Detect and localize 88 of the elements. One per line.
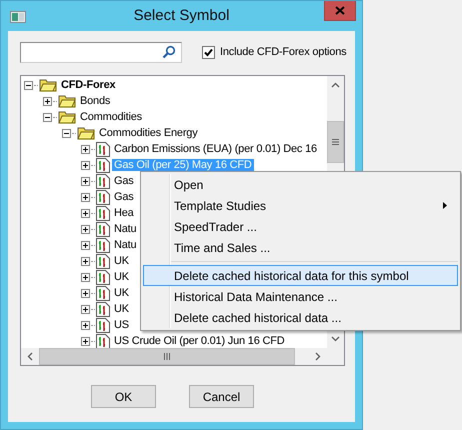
chart-document-icon [96,158,110,172]
tree-item[interactable]: Gas [112,191,136,203]
horizontal-scrollbar[interactable] [21,348,327,365]
folder-icon [58,94,76,108]
plus-icon [82,146,89,152]
ok-button[interactable]: OK [91,385,156,408]
menu-item[interactable]: Time and Sales ... [143,237,458,258]
scroll-down-icon [331,336,340,342]
plus-icon [82,338,89,344]
checkbox[interactable] [202,46,215,58]
close-icon [335,6,345,15]
expand-toggle[interactable] [81,192,90,202]
scroll-right-icon [315,352,321,361]
menu-item[interactable]: Delete cached historical data ... [143,307,458,328]
expand-toggle[interactable] [81,176,90,186]
expand-toggle[interactable] [81,336,90,346]
tree-item[interactable]: Commodities [78,111,144,123]
collapse-toggle[interactable] [24,80,33,90]
chart-document-icon [96,286,110,300]
menu-item[interactable]: Open [143,174,458,195]
collapse-toggle[interactable] [62,128,71,138]
chart-document-icon [96,142,110,156]
plus-icon [82,258,89,264]
chart-document-icon [96,206,110,220]
tree-item[interactable]: Hea [112,207,136,219]
menu-item[interactable]: Historical Data Maintenance ... [143,286,458,307]
menu-item[interactable]: Template Studies [143,195,458,216]
tree-item[interactable]: CFD-Forex [59,79,118,91]
tree-item[interactable]: Natu [112,223,138,235]
plus-icon [82,322,89,328]
tree-item[interactable]: UK [112,287,131,299]
tree-item[interactable]: US [112,319,131,331]
plus-icon [82,290,89,296]
chart-document-icon [96,254,110,268]
tree-item[interactable]: US Crude Oil (per 0.01) Jun 16 CFD [112,335,286,347]
tree-item[interactable]: Gas [112,175,136,187]
scroll-up-icon [331,82,340,88]
close-button[interactable] [324,1,356,21]
search-field[interactable] [20,42,182,62]
plus-icon [82,306,89,312]
cancel-button[interactable]: Cancel [189,385,254,408]
window-title: Select Symbol [132,7,230,24]
tree-item[interactable]: UK [112,271,131,283]
expand-toggle[interactable] [81,144,90,154]
expand-toggle[interactable] [81,272,90,282]
folder-icon [39,78,57,92]
plus-icon [82,210,89,216]
plus-icon [82,226,89,232]
search-icon [162,45,176,59]
checkbox-label: Include CFD-Forex options [220,46,346,58]
chart-document-icon [96,302,110,316]
app-icon [10,11,26,23]
expand-toggle[interactable] [81,224,90,234]
expand-toggle[interactable] [81,288,90,298]
tree-item[interactable]: UK [112,255,131,267]
chart-document-icon [96,238,110,252]
expand-toggle[interactable] [81,320,90,330]
plus-icon [82,162,89,168]
tree-item[interactable]: Commodities Energy [97,127,200,139]
expand-toggle[interactable] [81,160,90,170]
plus-icon [44,98,51,104]
menu-item[interactable]: Delete cached historical data for this symbol [143,265,458,286]
menu-item[interactable]: SpeedTrader ... [143,216,458,237]
expand-toggle[interactable] [81,304,90,314]
folder-icon [77,126,95,140]
tree-item[interactable]: UK [112,303,131,315]
plus-icon [82,274,89,280]
chart-document-icon [96,270,110,284]
collapse-toggle[interactable] [43,112,52,122]
tree-item[interactable]: Natu [112,239,138,251]
chart-document-icon [96,334,110,348]
tree-item[interactable]: Carbon Emissions (EUA) (per 0.01) Dec 16 [112,143,319,155]
grip-icon [164,353,170,360]
expand-toggle[interactable] [81,256,90,266]
plus-icon [82,194,89,200]
expand-toggle[interactable] [81,240,90,250]
folder-icon [58,110,76,124]
expand-toggle[interactable] [81,208,90,218]
expand-toggle[interactable] [43,96,52,106]
chart-document-icon [96,190,110,204]
tree-item[interactable]: Bonds [78,95,112,107]
plus-icon [82,242,89,248]
chart-document-icon [96,222,110,236]
grip-icon [332,139,339,145]
plus-icon [82,178,89,184]
chart-document-icon [96,174,110,188]
scroll-left-icon [27,352,33,361]
chart-document-icon [96,318,110,332]
